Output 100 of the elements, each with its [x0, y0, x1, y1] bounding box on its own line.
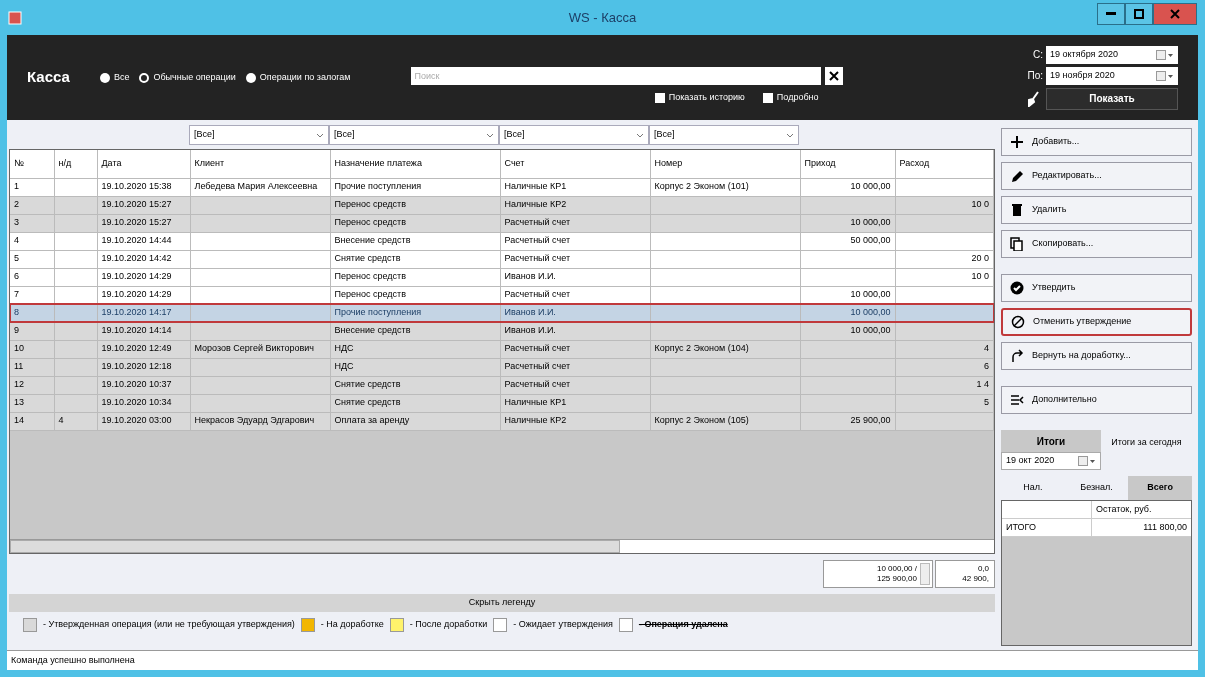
column-header[interactable]: Дата: [97, 150, 190, 178]
column-header[interactable]: н/д: [54, 150, 97, 178]
horizontal-scrollbar[interactable]: [10, 539, 994, 553]
checkbox[interactable]: [762, 92, 773, 103]
show-button[interactable]: Показать: [1046, 87, 1178, 110]
action-button[interactable]: Удалить: [1001, 196, 1192, 224]
table-cell: 6: [984, 361, 989, 372]
date-to-picker[interactable]: 19 ноября 2020: [1046, 66, 1178, 85]
table-cell: 6: [14, 271, 19, 282]
radio-button[interactable]: [245, 72, 256, 83]
clear-search-button[interactable]: [824, 66, 843, 85]
action-button[interactable]: Добавить...: [1001, 128, 1192, 156]
table-cell: 1 4: [976, 379, 989, 390]
table-cell: 10 0: [971, 199, 989, 210]
filter-dropdown[interactable]: [Все]: [649, 125, 799, 145]
filter-dropdown[interactable]: [Все]: [329, 125, 499, 145]
hide-legend-button[interactable]: Скрыть легенду: [9, 594, 995, 612]
calendar-dropdown-icon[interactable]: [1078, 456, 1096, 466]
table-cell: 10 000,00: [850, 181, 891, 192]
summary-tab[interactable]: Итоги: [1001, 430, 1101, 452]
row-value: 111 800,00: [1142, 520, 1188, 534]
checkbox-label[interactable]: Подробно: [776, 90, 819, 105]
action-button[interactable]: Отменить утверждение: [1001, 308, 1192, 336]
today-summary-tab[interactable]: Итоги за сегодня: [1101, 430, 1192, 450]
total-value: 0,0: [977, 564, 989, 574]
action-button[interactable]: Утвердить: [1001, 274, 1192, 302]
summary-subtab[interactable]: Нал.: [1001, 476, 1065, 500]
table-cell: 13: [14, 397, 24, 408]
radio-button[interactable]: [99, 72, 110, 83]
total-value: 42 900,: [962, 574, 989, 584]
caret-icon: [636, 132, 644, 138]
app-icon: [8, 10, 22, 25]
radio-label[interactable]: Операции по залогам: [259, 70, 351, 85]
column-header: Остаток, руб.: [1095, 502, 1153, 516]
radio-label[interactable]: Обычные операции: [153, 70, 236, 85]
table-row[interactable]: 8 19.10.2020 14:17 Прочие поступления Иванов И.И. 10 000,00: [10, 304, 994, 322]
table-cell: Расчетный счет: [504, 343, 570, 354]
filter-value: [Все]: [654, 128, 675, 142]
calendar-dropdown-icon[interactable]: [1156, 70, 1174, 81]
brush-icon[interactable]: [1026, 90, 1040, 107]
search-field[interactable]: Поиск: [410, 66, 821, 85]
column-header[interactable]: Расход: [895, 150, 994, 178]
action-button[interactable]: Скопировать...: [1001, 230, 1192, 258]
summary-subtab[interactable]: Всего: [1128, 476, 1192, 500]
table-cell: 4: [14, 235, 19, 246]
action-button[interactable]: Вернуть на доработку...: [1001, 342, 1192, 370]
table-cell: Перенос средств: [334, 289, 406, 300]
column-header[interactable]: Назначение платежа: [330, 150, 500, 178]
table-cell: Перенос средств: [334, 217, 406, 228]
table-cell: Иванов И.И.: [504, 307, 556, 318]
list-icon: [1010, 393, 1024, 407]
table-cell: Оплата за аренду: [334, 415, 410, 426]
status-text: Команда успешно выполнена: [7, 650, 1198, 670]
maximize-button[interactable]: [1125, 3, 1153, 25]
checkbox-label[interactable]: Показать историю: [668, 90, 745, 105]
calendar-dropdown-icon[interactable]: [1156, 49, 1174, 60]
table-cell: 10 000,00: [850, 289, 891, 300]
legend-label: - На доработке: [320, 618, 384, 632]
table-cell: Корпус 2 Эконом (101): [654, 181, 749, 192]
table-cell: Корпус 2 Эконом (104): [654, 343, 749, 354]
table-cell: 19.10.2020 14:14: [101, 325, 172, 336]
table-cell: 3: [14, 217, 19, 228]
filter-dropdown[interactable]: [Все]: [499, 125, 649, 145]
radio-button[interactable]: [139, 72, 150, 83]
table-cell: 10 000,00: [850, 325, 891, 336]
column-header[interactable]: Номер: [650, 150, 800, 178]
column-header[interactable]: Приход: [800, 150, 895, 178]
minimize-button[interactable]: [1097, 3, 1125, 25]
table-cell: Расчетный счет: [504, 217, 570, 228]
column-header[interactable]: Клиент: [190, 150, 330, 178]
table-cell: НДС: [334, 361, 354, 372]
table-cell: Лебедева Мария Алексеевна: [194, 181, 318, 192]
table-cell: Корпус 2 Эконом (105): [654, 415, 749, 426]
filter-dropdown[interactable]: [Все]: [189, 125, 329, 145]
date-from-picker[interactable]: 19 октября 2020: [1046, 45, 1178, 64]
summary-subtab[interactable]: Безнал.: [1064, 476, 1129, 500]
table-cell: НДС: [334, 343, 354, 354]
plus-icon: [1010, 135, 1024, 149]
table-cell: 19.10.2020 15:27: [101, 217, 172, 228]
table-cell: 25 900,00: [850, 415, 891, 426]
summary-date-picker[interactable]: 19 окт 2020: [1001, 452, 1101, 470]
table-cell: Прочие поступления: [334, 181, 422, 192]
table-cell: 14: [14, 415, 24, 426]
close-button[interactable]: [1153, 3, 1197, 25]
table-cell: 4: [58, 415, 64, 426]
table-cell: Наличные КР2: [504, 415, 567, 426]
close-icon: [1170, 9, 1180, 19]
date-to-label: По:: [1027, 69, 1043, 83]
action-button[interactable]: Редактировать...: [1001, 162, 1192, 190]
legend-label: - Операция удалена: [638, 618, 728, 632]
checkbox[interactable]: [654, 92, 665, 103]
column-header[interactable]: Счет: [500, 150, 650, 178]
radio-label[interactable]: Все: [113, 70, 130, 85]
trash-icon: [1010, 203, 1024, 217]
action-button[interactable]: Дополнительно: [1001, 386, 1192, 414]
column-header[interactable]: №: [10, 150, 54, 178]
filter-value: [Все]: [504, 128, 525, 142]
table-cell: 1: [14, 181, 19, 192]
table-cell: 4: [984, 343, 989, 354]
table-cell: 19.10.2020 15:27: [101, 199, 172, 210]
